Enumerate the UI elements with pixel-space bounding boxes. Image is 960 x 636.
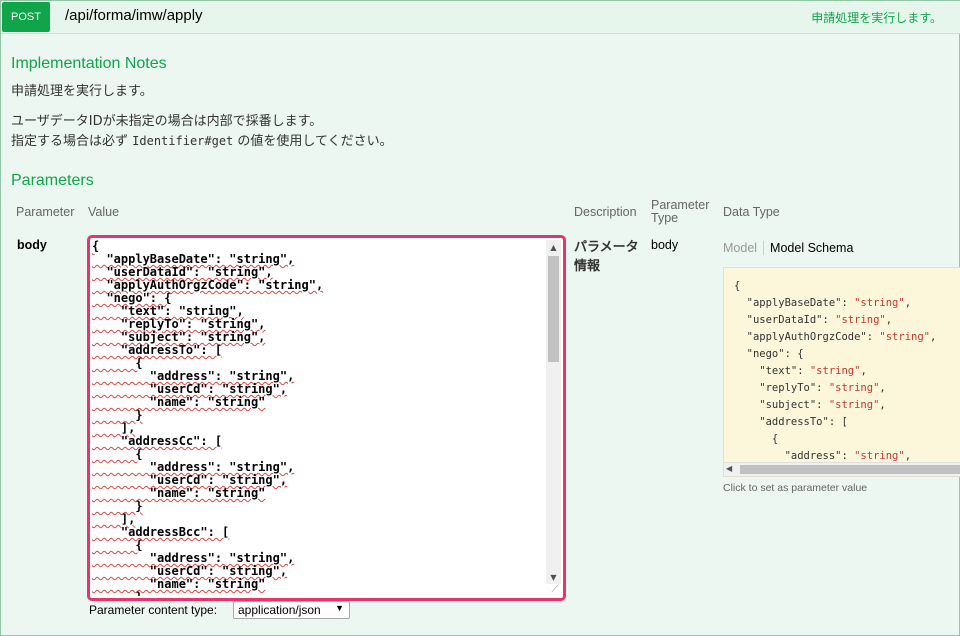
note-code: Identifier#get xyxy=(132,134,234,148)
column-header-description: Description xyxy=(574,205,637,219)
schema-line: "subject": "string", xyxy=(734,399,886,411)
scroll-down-arrow-icon[interactable]: ▼ xyxy=(546,570,561,584)
content-type-select[interactable]: application/json ▼ xyxy=(233,601,350,619)
scroll-left-arrow-icon[interactable]: ◀ xyxy=(726,464,732,473)
http-method-badge[interactable]: POST xyxy=(2,2,50,32)
operation-header[interactable]: POST /api/forma/imw/apply 申請処理を実行します。 xyxy=(1,1,960,34)
body-value-textarea[interactable]: { "applyBaseDate": "string", "userDataId… xyxy=(87,235,566,601)
content-type-label: Parameter content type: xyxy=(89,603,218,617)
scroll-up-arrow-icon[interactable]: ▲ xyxy=(546,240,561,254)
implementation-note-line-2: ユーザデータIDが未指定の場合は内部で採番します。 xyxy=(11,114,323,129)
schema-line: "text": "string", xyxy=(734,365,867,377)
scrollbar-thumb[interactable] xyxy=(548,256,559,362)
parameter-description: パラメータ情報 xyxy=(574,240,639,274)
schema-line: "nego": { xyxy=(734,348,804,360)
tab-model[interactable]: Model xyxy=(723,241,765,255)
note-text-pre: 指定する場合は必ず xyxy=(11,134,133,149)
model-tabs: Model Model Schema xyxy=(723,241,853,255)
body-json-text[interactable]: { "applyBaseDate": "string", "userDataId… xyxy=(92,240,546,596)
horizontal-scrollbar-thumb[interactable] xyxy=(740,465,960,474)
click-to-set-hint: Click to set as parameter value xyxy=(723,482,868,494)
model-schema-box[interactable]: { "applyBaseDate": "string", "userDataId… xyxy=(723,267,960,477)
schema-line: { xyxy=(734,433,779,445)
schema-line: "applyBaseDate": "string", xyxy=(734,297,912,309)
tab-model-schema[interactable]: Model Schema xyxy=(764,241,853,255)
operation-panel: POST /api/forma/imw/apply 申請処理を実行します。 Im… xyxy=(0,0,960,636)
operation-summary[interactable]: 申請処理を実行します。 xyxy=(811,9,942,26)
endpoint-path[interactable]: /api/forma/imw/apply xyxy=(65,7,203,24)
implementation-note-line-1: 申請処理を実行します。 xyxy=(11,84,153,99)
schema-line: { xyxy=(734,280,741,292)
column-header-value: Value xyxy=(88,205,120,219)
schema-line: "applyAuthOrgzCode": "string", xyxy=(734,331,937,343)
implementation-notes-heading: Implementation Notes xyxy=(11,55,167,72)
content-type-value: application/json xyxy=(238,603,321,617)
column-header-parameter-type: Parameter Type xyxy=(651,198,710,225)
textarea-vertical-scrollbar[interactable]: ▲ ▼ xyxy=(546,240,561,584)
model-schema-code[interactable]: { "applyBaseDate": "string", "userDataId… xyxy=(734,278,936,465)
parameters-heading: Parameters xyxy=(11,172,94,189)
schema-horizontal-scrollbar[interactable]: ◀ xyxy=(724,462,960,476)
resize-grip-icon[interactable]: ⟋ xyxy=(549,584,561,596)
schema-line: "addressTo": [ xyxy=(734,416,848,428)
parameter-name-body: body xyxy=(17,238,47,252)
column-header-parameter: Parameter xyxy=(16,205,75,219)
implementation-note-line-3: 指定する場合は必ず Identifier#get の値を使用してください。 xyxy=(11,130,393,149)
caret-down-icon: ▼ xyxy=(335,603,344,613)
note-text-post: の値を使用してください。 xyxy=(233,134,393,149)
column-header-data-type: Data Type xyxy=(723,205,780,219)
schema-line: "userDataId": "string", xyxy=(734,314,893,326)
schema-line: "replyTo": "string", xyxy=(734,382,886,394)
parameter-type-value: body xyxy=(651,238,679,252)
